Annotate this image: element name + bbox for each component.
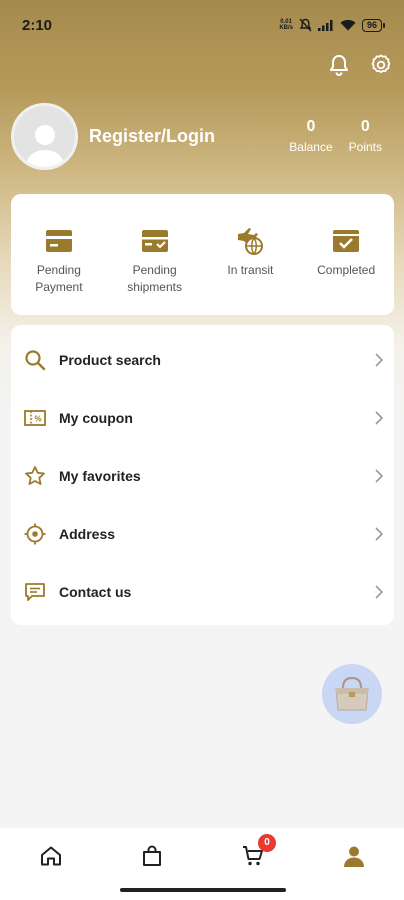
- order-pending-payment[interactable]: Pending Payment: [11, 224, 107, 315]
- register-login-link[interactable]: Register/Login: [89, 126, 215, 147]
- order-pending-shipments[interactable]: Pending shipments: [107, 224, 203, 315]
- status-bar: 2:10 0.01 KB/s 96: [0, 0, 404, 50]
- balance-value: 0: [306, 118, 316, 135]
- order-label: In transit: [227, 263, 274, 277]
- points-value: 0: [360, 118, 370, 135]
- points-stat[interactable]: 0 Points: [349, 118, 382, 154]
- menu-item-label: My coupon: [59, 410, 133, 426]
- menu-item-address[interactable]: Address: [11, 505, 394, 563]
- order-completed[interactable]: Completed: [298, 224, 394, 315]
- menu-item-my-favorites[interactable]: My favorites: [11, 447, 394, 505]
- account-stats: 0 Balance 0 Points: [289, 118, 382, 154]
- tab-home[interactable]: [0, 828, 101, 900]
- location-target-icon: [24, 523, 46, 545]
- mute-bell-icon: [299, 18, 312, 32]
- menu-list: Product search % My coupon My favorites: [11, 325, 394, 625]
- order-label: Completed: [317, 263, 376, 277]
- wifi-icon: [340, 19, 356, 31]
- signal-icon: [317, 20, 333, 31]
- header-actions: [326, 52, 394, 78]
- menu-item-label: Product search: [59, 352, 161, 368]
- status-indicators: 0.01 KB/s 96: [279, 18, 386, 32]
- notification-bell-icon[interactable]: [326, 52, 352, 78]
- network-speed: 0.01 KB/s: [279, 19, 293, 31]
- home-icon: [40, 846, 61, 866]
- balance-label: Balance: [289, 140, 333, 154]
- tab-profile[interactable]: [303, 828, 404, 900]
- menu-item-product-search[interactable]: Product search: [11, 331, 394, 389]
- balance-stat[interactable]: 0 Balance: [289, 118, 332, 154]
- plane-globe-icon: [238, 228, 264, 255]
- order-status-card: Pending Payment Pending shipments In trans…: [11, 194, 394, 315]
- cart-count-badge: 0: [258, 834, 276, 852]
- order-label: Pending shipments: [127, 263, 182, 294]
- shipment-card-icon: [141, 230, 168, 252]
- shopping-bag-icon: [142, 845, 161, 866]
- svg-text:%: %: [34, 415, 41, 424]
- network-speed-unit: KB/s: [279, 25, 293, 31]
- order-in-transit[interactable]: In transit: [203, 224, 299, 315]
- settings-gear-icon[interactable]: [368, 52, 394, 78]
- floating-product-button[interactable]: [322, 664, 382, 724]
- home-indicator: [120, 888, 286, 892]
- status-time: 2:10: [22, 16, 53, 34]
- handbag-icon: [335, 676, 369, 711]
- check-box-icon: [333, 230, 360, 252]
- user-icon: [343, 846, 364, 867]
- chevron-right-icon: [375, 469, 384, 483]
- menu-item-label: My favorites: [59, 468, 141, 484]
- points-label: Points: [348, 140, 382, 154]
- avatar[interactable]: [11, 102, 78, 170]
- order-label: Pending Payment: [35, 263, 83, 294]
- chevron-right-icon: [375, 585, 384, 599]
- wallet-card-icon: [45, 230, 72, 252]
- menu-item-label: Contact us: [59, 584, 132, 600]
- profile-section: Register/Login 0 Balance 0 Points: [11, 102, 393, 170]
- chevron-right-icon: [375, 353, 384, 367]
- message-icon: [25, 583, 45, 601]
- chevron-right-icon: [375, 411, 384, 425]
- search-icon: [25, 350, 46, 371]
- menu-item-label: Address: [59, 526, 116, 542]
- default-user-icon: [25, 124, 64, 167]
- star-icon: [25, 466, 45, 485]
- menu-item-contact-us[interactable]: Contact us: [11, 563, 394, 621]
- battery-indicator: 96: [361, 18, 386, 32]
- menu-item-my-coupon[interactable]: % My coupon: [11, 389, 394, 447]
- coupon-icon: %: [24, 410, 46, 426]
- chevron-right-icon: [375, 527, 384, 541]
